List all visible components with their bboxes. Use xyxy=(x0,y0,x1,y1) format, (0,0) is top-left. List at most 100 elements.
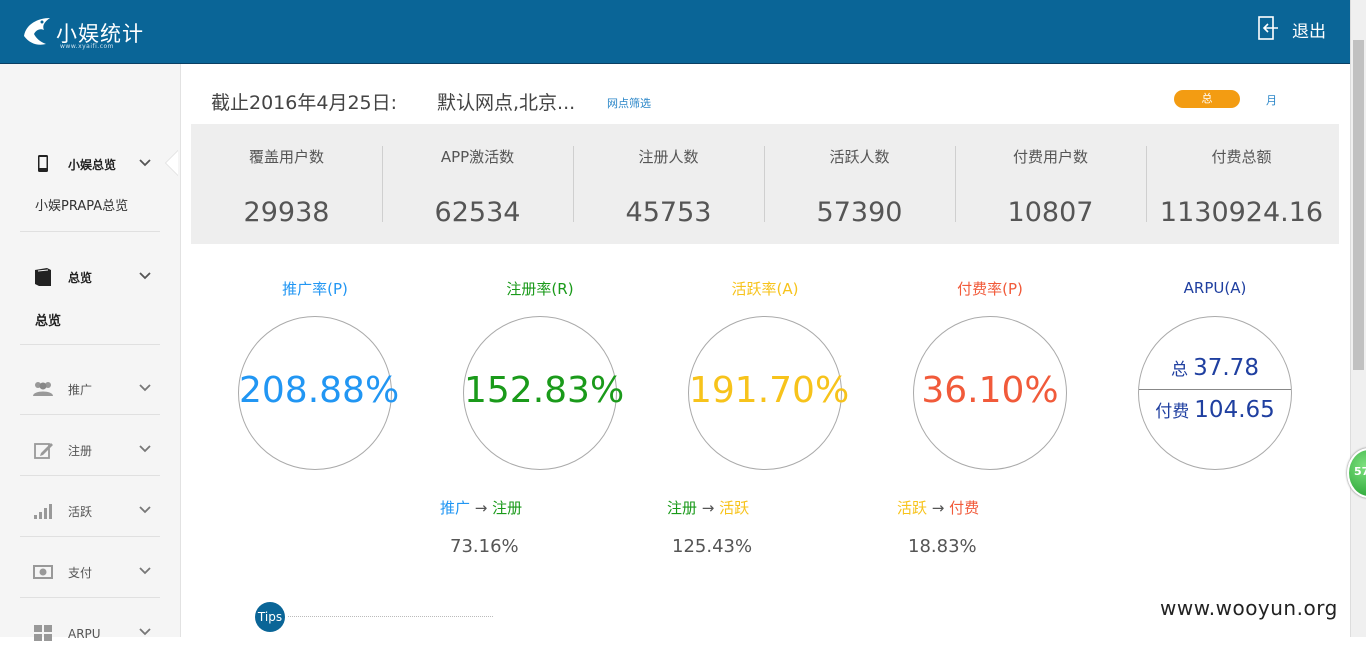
sidebar-item-register[interactable]: 注册 xyxy=(20,438,160,462)
metric-value: 208.88% xyxy=(239,370,400,411)
stat-paying-users: 付费用户数 10807 xyxy=(955,124,1146,244)
conversion-register-to-active: 注册 → 活跃 xyxy=(667,497,749,518)
conversion-to: 注册 xyxy=(492,499,523,517)
metric-label: 活跃率(A) xyxy=(731,280,799,298)
metric-label: 注册率(R) xyxy=(506,280,574,298)
metric-circle-register: 152.83% xyxy=(463,316,625,470)
conversion-value: 73.16% xyxy=(450,536,519,557)
phone-icon xyxy=(38,155,48,172)
sidebar-item-xiaoyu-overview[interactable]: 小娱总览 xyxy=(20,152,160,176)
sidebar-subitem-overview[interactable]: 总览 xyxy=(35,310,61,329)
stat-value: 45753 xyxy=(625,197,712,228)
sidebar-divider xyxy=(20,597,160,598)
users-icon xyxy=(33,382,53,396)
chevron-down-icon xyxy=(139,272,151,280)
metric-circle-arpu: 总 37.78 付费 104.65 xyxy=(1138,316,1292,470)
sidebar-subitem-prapa-overview[interactable]: 小娱PRAPA总览 xyxy=(35,195,128,214)
stat-value: 10807 xyxy=(1007,197,1094,228)
stat-value: 57390 xyxy=(816,197,903,228)
sidebar-item-active[interactable]: 活跃 xyxy=(20,499,160,523)
sidebar-item-label: 总览 xyxy=(68,271,93,285)
metric-label: 推广率(P) xyxy=(282,280,348,298)
sidebar-item-label: 注册 xyxy=(68,444,93,458)
stat-label: 付费用户数 xyxy=(1012,148,1088,166)
grid-icon xyxy=(34,625,52,641)
logout-icon xyxy=(1258,16,1278,40)
arpu-paid: 付费 104.65 xyxy=(1139,397,1291,423)
sidebar-divider xyxy=(20,536,160,537)
sidebar-item-promotion[interactable]: 推广 xyxy=(20,377,160,401)
sidebar: 小娱总览 小娱PRAPA总览 总览 总览 推广 注册 活跃 支付 ARPU xyxy=(0,64,181,641)
arrow-right-icon: → xyxy=(701,499,715,517)
chevron-down-icon xyxy=(139,445,151,453)
stat-value: 29938 xyxy=(243,197,330,228)
sidebar-item-label: ARPU xyxy=(68,627,101,641)
book-icon xyxy=(35,268,51,286)
arpu-paid-value: 104.65 xyxy=(1194,397,1275,423)
stat-app-activations: APP激活数 62534 xyxy=(382,124,573,244)
chevron-down-icon xyxy=(139,159,151,167)
sidebar-divider xyxy=(20,475,160,476)
stat-label: 注册人数 xyxy=(638,148,699,166)
tips-badge[interactable]: Tips xyxy=(255,602,285,632)
arpu-divider xyxy=(1139,389,1291,390)
stat-label: APP激活数 xyxy=(440,148,515,166)
stat-label: 活跃人数 xyxy=(829,148,890,166)
stat-registrations: 注册人数 45753 xyxy=(573,124,764,244)
sidebar-item-label: 活跃 xyxy=(68,505,93,519)
logout-button[interactable]: 退出 xyxy=(1256,14,1326,44)
metric-label-arpu: ARPU(A) xyxy=(1115,278,1315,297)
sidebar-item-payment[interactable]: 支付 xyxy=(20,560,160,584)
scrollbar-thumb[interactable] xyxy=(1353,40,1364,370)
bubble-value: 57 xyxy=(1354,465,1366,478)
stat-covered-users: 覆盖用户数 29938 xyxy=(191,124,382,244)
metric-label-register-rate: 注册率(R) xyxy=(440,278,640,299)
logout-label: 退出 xyxy=(1292,22,1326,42)
sidebar-active-pointer xyxy=(166,151,178,175)
metric-value: 191.70% xyxy=(689,370,850,411)
arpu-total-label: 总 xyxy=(1171,360,1189,380)
sidebar-divider xyxy=(20,414,160,415)
conversion-to: 付费 xyxy=(949,499,980,517)
toggle-month-button[interactable]: 月 xyxy=(1266,92,1277,108)
outlet-filter-link[interactable]: 网点筛选 xyxy=(607,95,651,111)
location-text: 默认网点,北京... xyxy=(437,92,576,114)
sidebar-item-label: 支付 xyxy=(68,566,93,580)
conversion-active-to-paying: 活跃 → 付费 xyxy=(897,497,979,518)
conversion-from: 活跃 xyxy=(897,499,928,517)
signal-bars-icon xyxy=(34,504,52,519)
vertical-scrollbar[interactable] xyxy=(1350,0,1366,637)
page-title: 截止2016年4月25日: xyxy=(211,92,398,114)
arpu-total: 总 37.78 xyxy=(1139,355,1291,381)
watermark-text: www.wooyun.org xyxy=(1160,596,1338,620)
sidebar-item-label: 推广 xyxy=(68,383,93,397)
arpu-paid-label: 付费 xyxy=(1155,402,1190,422)
stat-value: 62534 xyxy=(434,197,521,228)
metric-circle-active: 191.70% xyxy=(688,316,850,470)
toggle-total-button[interactable]: 总 xyxy=(1174,90,1240,108)
stat-active-users: 活跃人数 57390 xyxy=(764,124,955,244)
sidebar-item-overview[interactable]: 总览 xyxy=(20,265,160,289)
metric-label-promotion-rate: 推广率(P) xyxy=(215,278,415,299)
stat-value: 1130924.16 xyxy=(1159,197,1324,228)
stats-summary-bar: 覆盖用户数 29938 APP激活数 62534 注册人数 45753 活跃人数… xyxy=(191,124,1339,244)
arrow-right-icon: → xyxy=(474,499,488,517)
conversion-from: 注册 xyxy=(667,499,698,517)
edit-icon xyxy=(34,443,53,459)
sidebar-item-label: 小娱总览 xyxy=(68,158,117,172)
metric-label-active-rate: 活跃率(A) xyxy=(665,278,865,299)
money-icon xyxy=(33,565,53,579)
chevron-down-icon xyxy=(139,567,151,575)
sidebar-item-arpu[interactable]: ARPU xyxy=(20,621,160,645)
stat-label: 覆盖用户数 xyxy=(248,148,324,166)
chevron-down-icon xyxy=(139,384,151,392)
metric-value: 36.10% xyxy=(921,370,1059,411)
conversion-promotion-to-register: 推广 → 注册 xyxy=(440,497,522,518)
chevron-down-icon xyxy=(139,506,151,514)
conversion-value: 125.43% xyxy=(672,536,753,557)
metric-value: 152.83% xyxy=(464,370,625,411)
metric-label: 付费率(P) xyxy=(957,280,1023,298)
sidebar-divider xyxy=(20,344,160,345)
app-logo[interactable]: 小娱统计 www.xyaifi.com xyxy=(18,12,148,54)
stat-payment-total: 付费总额 1130924.16 xyxy=(1146,124,1337,244)
